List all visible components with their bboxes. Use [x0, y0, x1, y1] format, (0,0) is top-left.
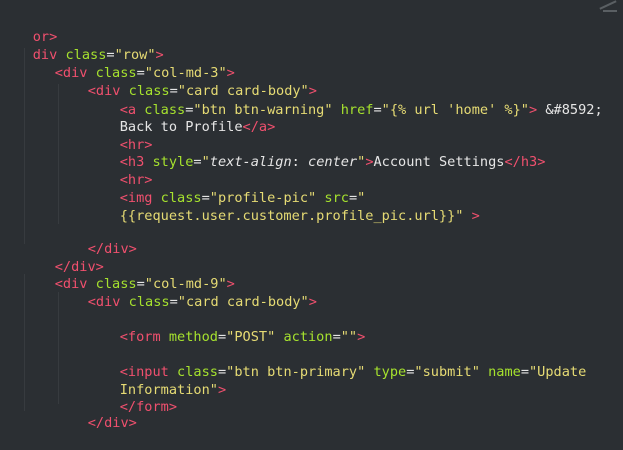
code-token: href [332, 102, 374, 118]
code-token: <div [87, 294, 121, 310]
code-token: "{% url 'home' %}" [381, 102, 529, 118]
code-token: > [217, 382, 227, 398]
code-token: </a> [242, 119, 276, 135]
code-line-15: <div class="card card-body"> [55, 275, 317, 310]
minimap-icon [589, 0, 623, 16]
code-token: "btn btn-primary" [226, 364, 366, 380]
code-token: = [217, 329, 227, 345]
code-token: {{request.user.customer.profile_pic.url}… [119, 208, 464, 224]
code-token: > [357, 329, 366, 345]
code-line-2: div class="row"> [0, 28, 164, 63]
code-token: text-align [209, 154, 292, 170]
code-line-4: <div class="card card-body"> [55, 64, 317, 99]
code-token: name [479, 364, 521, 380]
code-token: class [120, 294, 170, 310]
code-token: "Update [529, 364, 587, 380]
code-token: = [169, 294, 178, 310]
code-line-5: <a class="btn btn-warning" href="{% url … [87, 83, 603, 118]
code-line-1: or> [0, 10, 58, 45]
code-line-7: <hr> [87, 118, 153, 153]
code-token: Account Settings [373, 154, 505, 170]
code-editor[interactable]: or> div class="row"> <div class="col-md-… [0, 0, 623, 431]
code-token: center [308, 154, 358, 170]
code-line-18: Information"> [87, 363, 226, 398]
code-line-12: </div> [55, 222, 137, 257]
code-token: : [291, 154, 309, 170]
code-line-20: </div> [55, 396, 137, 431]
code-token: action [275, 329, 333, 345]
code-token: type [365, 364, 407, 380]
code-line-3: <div class="col-md-3"> [22, 46, 235, 81]
code-line-14: <div class="col-md-9"> [22, 257, 235, 292]
code-token: > [308, 294, 317, 310]
code-token: = [373, 102, 382, 118]
code-token: > [463, 208, 480, 224]
code-line-8: <h3 style="text-align: center">Account S… [87, 135, 546, 170]
code-token: "" [340, 329, 358, 345]
code-token: method [160, 329, 218, 345]
code-token: = [193, 154, 202, 170]
code-token: "POST" [226, 329, 276, 345]
code-token: > [365, 154, 374, 170]
code-line-11: {{request.user.customer.profile_pic.url}… [87, 189, 480, 224]
code-token: = [520, 364, 529, 380]
code-line-9: <hr> [87, 153, 153, 188]
code-line-10: <img class="profile-pic" src=" [87, 171, 366, 206]
code-token: > [529, 102, 538, 118]
code-token: &#8592; [537, 102, 603, 118]
code-token: <form [119, 329, 161, 345]
code-token: = [332, 329, 341, 345]
code-line-13: </div> [22, 240, 104, 275]
code-line-17: <input class="btn btn-primary" type="sub… [87, 345, 587, 380]
code-line-16: <form method="POST" action=""> [87, 310, 366, 345]
code-token: "card card-body" [177, 294, 309, 310]
code-token: "submit" [414, 364, 480, 380]
code-line-6: Back to Profile</a> [87, 100, 276, 135]
code-token: " [201, 154, 210, 170]
code-token: </div> [87, 415, 137, 431]
code-token: </h3> [504, 154, 546, 170]
